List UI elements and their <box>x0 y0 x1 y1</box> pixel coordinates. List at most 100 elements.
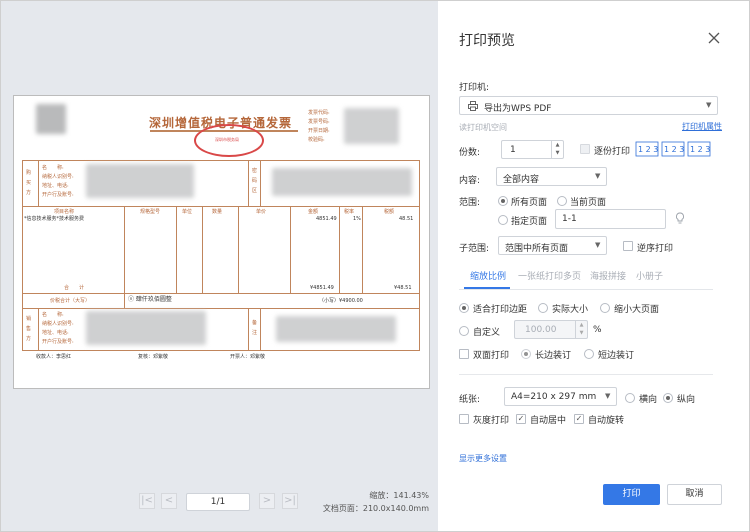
svg-text:1 2 3: 1 2 3 <box>690 145 710 154</box>
content-value: 全部内容 <box>503 175 540 185</box>
payee: 收款人：李思红 <box>36 354 72 360</box>
content-label: 内容: <box>459 176 481 186</box>
read-printer-space: 读打印机空间 <box>459 123 507 132</box>
landscape-label: 横向 <box>639 395 658 405</box>
print-preview-window: 深圳增值税电子普通发票 深圳市税务局 发票代码: 发票号码: 开票日期: 校验码: 购… <box>0 0 750 532</box>
copies-label: 份数: <box>459 148 481 158</box>
col-header-name: 项目名称 <box>54 209 75 215</box>
copies-input[interactable]: 1 ▲ ▼ <box>501 140 564 159</box>
col-header-price: 单价 <box>256 209 267 215</box>
prev-page-button[interactable]: < <box>161 493 177 509</box>
item-rate: 1% <box>353 216 361 222</box>
range-specified-input[interactable]: 1-1 <box>555 209 666 229</box>
dialog-title: 打印预览 <box>459 33 515 49</box>
invoice-page: 深圳增值税电子普通发票 深圳市税务局 发票代码: 发票号码: 开票日期: 校验码: 购… <box>13 95 430 389</box>
custom-scale-radio[interactable] <box>459 326 469 336</box>
last-page-button[interactable]: >| <box>282 493 298 509</box>
password-area-label: 密码区 <box>252 168 258 194</box>
range-all-radio[interactable] <box>498 196 508 206</box>
printer-value: 导出为WPS PDF <box>484 104 552 114</box>
subrange-label: 子范围: <box>459 244 490 254</box>
custom-scale-label: 自定义 <box>473 328 501 338</box>
fit-margins-radio[interactable] <box>459 303 469 313</box>
col-header-amount: 金额 <box>308 209 319 215</box>
zoom-level: 缩放：141.43% <box>369 491 429 500</box>
printer-select[interactable]: 导出为WPS PDF ▼ <box>459 96 718 115</box>
reverse-order-label: 逆序打印 <box>637 244 674 254</box>
duplex-label: 双面打印 <box>473 351 510 361</box>
long-edge-radio[interactable] <box>521 349 531 359</box>
portrait-radio[interactable] <box>663 393 673 403</box>
col-header-spec: 规格型号 <box>140 209 161 215</box>
show-more-settings-link[interactable]: 显示更多设置 <box>459 453 507 464</box>
subtotal-tax: ¥48.51 <box>394 285 412 291</box>
custom-scale-stepper[interactable]: ▲ ▼ <box>575 321 587 338</box>
printer-icon <box>468 101 478 111</box>
copies-stepper[interactable]: ▲ ▼ <box>551 141 563 158</box>
grayscale-checkbox[interactable] <box>459 414 469 424</box>
custom-scale-input[interactable]: 100.00 ▲ ▼ <box>514 320 588 339</box>
paper-value: A4=210 x 297 mm <box>511 392 597 402</box>
doc-page-size: 文档页面：210.0x140.0mm <box>322 504 429 513</box>
paper-select[interactable]: A4=210 x 297 mm ▼ <box>504 387 617 406</box>
tab-multi-page[interactable]: 一张纸打印多页 <box>518 269 581 282</box>
col-header-rate: 税率 <box>344 209 355 215</box>
short-edge-label: 短边装订 <box>598 351 635 361</box>
short-edge-radio[interactable] <box>584 349 594 359</box>
range-specified-label: 指定页面 <box>511 217 548 227</box>
svg-text:1 2 3: 1 2 3 <box>638 145 658 154</box>
first-page-button[interactable]: |< <box>139 493 155 509</box>
item-name: *信息技术服务*技术服务费 <box>24 216 85 222</box>
next-page-button[interactable]: > <box>259 493 275 509</box>
chevron-down-icon: ▼ <box>595 172 601 180</box>
drawer: 开票人：邓紫敬 <box>230 354 266 360</box>
tab-scale[interactable]: 缩放比例 <box>470 269 506 282</box>
remark-content <box>276 316 396 342</box>
print-button[interactable]: 打印 <box>603 484 660 505</box>
printer-properties-link[interactable]: 打印机属性 <box>682 121 722 132</box>
long-edge-label: 长边装订 <box>535 351 572 361</box>
range-label: 范围: <box>459 198 481 208</box>
buyer-info <box>86 164 194 198</box>
auto-center-checkbox[interactable]: ✓ <box>516 414 526 424</box>
actual-size-radio[interactable] <box>538 303 548 313</box>
reviewer: 复核：邓紫敬 <box>138 354 169 360</box>
total-label: 价税合计（大写） <box>50 298 91 304</box>
tab-poster[interactable]: 海报拼接 <box>590 269 626 282</box>
percent-unit: % <box>593 325 602 335</box>
collate-checkbox[interactable] <box>580 144 590 154</box>
seller-info <box>86 311 206 345</box>
landscape-radio[interactable] <box>625 393 635 403</box>
range-current-radio[interactable] <box>557 196 567 206</box>
range-specified-value: 1-1 <box>562 214 577 224</box>
content-select[interactable]: 全部内容 ▼ <box>496 167 607 186</box>
invoice-meta-values <box>344 108 399 144</box>
range-all-label: 所有页面 <box>511 198 548 208</box>
range-specified-radio[interactable] <box>498 215 508 225</box>
col-header-tax: 税额 <box>384 209 395 215</box>
copies-value: 1 <box>510 145 516 155</box>
tab-booklet[interactable]: 小册子 <box>636 269 663 282</box>
subrange-select[interactable]: 范围中所有页面 ▼ <box>498 236 607 255</box>
svg-text:1 2 3: 1 2 3 <box>664 145 684 154</box>
shrink-large-radio[interactable] <box>600 303 610 313</box>
seller-side-label: 销售方 <box>26 316 32 342</box>
seller-labels: 名 称: 纳税人识别号: 地址、电话: 开户行及账号: <box>42 312 74 345</box>
subtotal-label: 合 计 <box>64 285 85 291</box>
collate-label: 逐份打印 <box>594 147 631 157</box>
custom-scale-value: 100.00 <box>525 325 557 335</box>
chevron-down-icon: ▼ <box>605 392 611 400</box>
close-icon[interactable] <box>708 32 720 44</box>
lightbulb-icon[interactable] <box>675 212 685 225</box>
auto-rotate-checkbox[interactable]: ✓ <box>574 414 584 424</box>
cancel-button[interactable]: 取消 <box>667 484 722 505</box>
auto-center-label: 自动居中 <box>530 416 567 426</box>
total-small: （小写）¥4900.00 <box>319 298 363 304</box>
page-number-input[interactable]: 1/1 <box>186 493 250 511</box>
grayscale-label: 灰度打印 <box>473 416 510 426</box>
duplex-checkbox[interactable] <box>459 349 469 359</box>
col-header-qty: 数量 <box>212 209 223 215</box>
remark-label: 备注 <box>252 320 258 336</box>
reverse-order-checkbox[interactable] <box>623 241 633 251</box>
total-words: ⓧ 肆仟玖佰圆整 <box>128 296 172 303</box>
